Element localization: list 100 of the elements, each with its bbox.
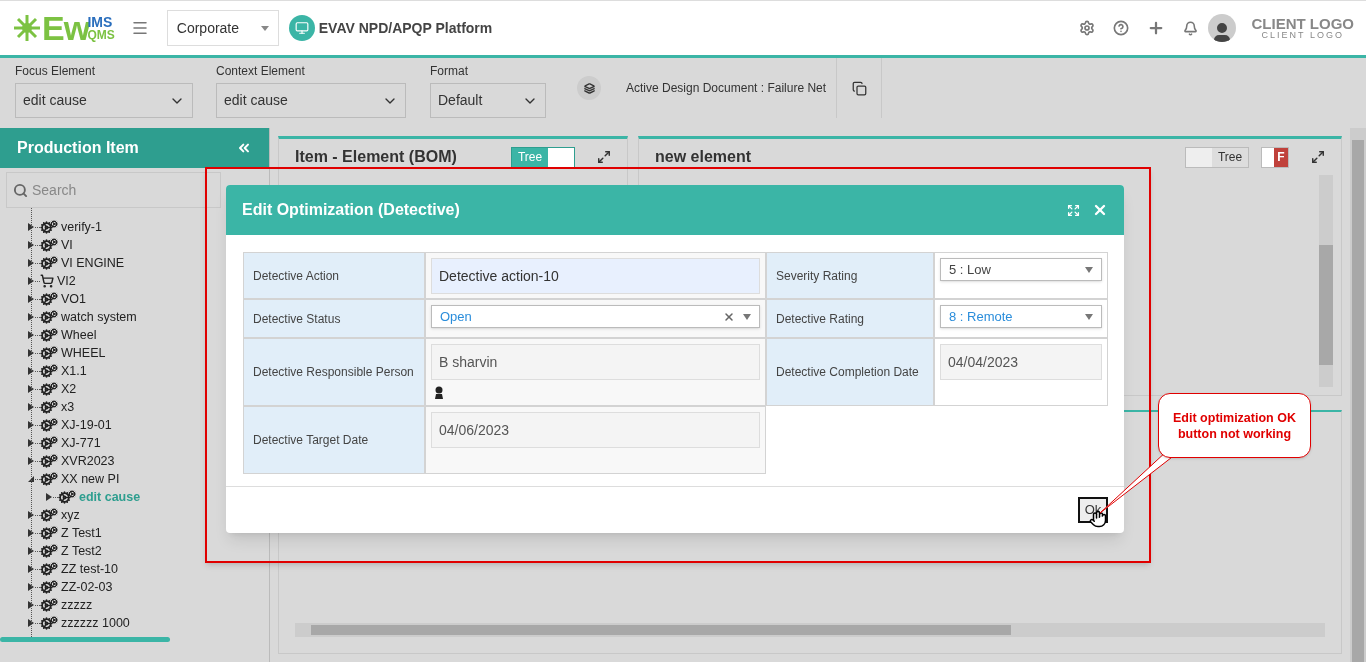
node-label[interactable]: X1.1 xyxy=(61,361,87,381)
vertical-scrollbar[interactable] xyxy=(1350,128,1366,662)
caret-icon[interactable] xyxy=(28,601,35,609)
company-dropdown[interactable]: Corporate xyxy=(166,10,279,46)
caret-icon[interactable] xyxy=(28,331,35,339)
caret-icon[interactable] xyxy=(28,457,35,465)
element-dropdown[interactable]: Default xyxy=(430,83,546,118)
layers-button[interactable] xyxy=(577,76,601,100)
node-label[interactable]: XVR2023 xyxy=(61,451,115,471)
field-label: Context Element xyxy=(216,63,306,80)
node-label[interactable]: X2 xyxy=(61,379,77,399)
settings-icon[interactable] xyxy=(1078,20,1095,36)
clear-icon[interactable] xyxy=(723,310,735,323)
node-label[interactable]: xyz xyxy=(61,505,80,525)
readonly-field: 04/04/2023 xyxy=(940,344,1102,380)
node-label[interactable]: VO1 xyxy=(61,289,86,309)
layers-icon xyxy=(583,82,595,94)
gears-icon xyxy=(40,526,58,540)
client-logo: CLIENT LOGO CLIENT LOGO xyxy=(1251,16,1354,40)
node-label[interactable]: Z Test1 xyxy=(61,523,102,543)
select-field[interactable]: Open xyxy=(431,305,760,328)
caret-icon[interactable] xyxy=(28,583,35,591)
expand-icon[interactable] xyxy=(597,150,611,164)
caret-icon[interactable] xyxy=(28,565,35,573)
gears-icon xyxy=(40,310,58,324)
node-label[interactable]: VI2 xyxy=(57,271,76,291)
dropdown-arrow-icon[interactable] xyxy=(1085,266,1093,273)
menu-icon[interactable] xyxy=(130,19,149,37)
copy-icon[interactable] xyxy=(851,80,867,96)
caret-icon[interactable] xyxy=(28,385,35,393)
search-icon xyxy=(13,182,28,198)
caret-icon[interactable] xyxy=(46,493,53,501)
select-field[interactable]: 8 : Remote xyxy=(940,305,1102,328)
form-label: Detective Responsible Person xyxy=(243,338,425,406)
form-label: Detective Completion Date xyxy=(766,338,934,406)
node-label[interactable]: zzzzzz 1000 xyxy=(61,613,130,633)
field-label: Format xyxy=(430,63,469,80)
caret-icon[interactable] xyxy=(28,223,35,231)
bell-icon[interactable] xyxy=(1182,20,1198,36)
caret-icon[interactable] xyxy=(28,367,35,375)
gears-icon xyxy=(40,418,58,432)
caret-icon[interactable] xyxy=(28,259,35,267)
form-label: Detective Rating xyxy=(766,299,934,338)
node-label[interactable]: watch system xyxy=(61,307,137,327)
node-label[interactable]: zzzzz xyxy=(61,595,93,615)
node-label[interactable]: ZZ-02-03 xyxy=(61,577,113,597)
caret-icon[interactable] xyxy=(28,529,35,537)
node-label[interactable]: ZZ test-10 xyxy=(61,559,118,579)
gears-icon xyxy=(40,454,58,468)
person-icon xyxy=(434,386,444,399)
node-label[interactable]: verify-1 xyxy=(61,217,102,237)
caret-icon[interactable] xyxy=(28,475,35,483)
caret-icon[interactable] xyxy=(28,547,35,555)
readonly-field: B sharvin xyxy=(431,344,760,380)
node-label[interactable]: XJ-19-01 xyxy=(61,415,112,435)
gears-icon xyxy=(40,364,58,378)
node-label[interactable]: WHEEL xyxy=(61,343,106,363)
gears-icon xyxy=(58,490,76,504)
gears-icon xyxy=(40,256,58,270)
node-label[interactable]: x3 xyxy=(61,397,75,417)
node-label[interactable]: Wheel xyxy=(61,325,97,345)
select-field[interactable]: 5 : Low xyxy=(940,258,1102,281)
horizontal-scrollbar[interactable] xyxy=(0,637,170,642)
readonly-field: 04/06/2023 xyxy=(431,412,760,448)
caret-icon[interactable] xyxy=(28,511,35,519)
node-label[interactable]: XX new PI xyxy=(61,469,120,489)
platform-title: EVAV NPD/APQP Platform xyxy=(318,18,493,38)
gears-icon xyxy=(40,220,58,234)
burst-icon xyxy=(12,13,42,43)
gears-icon xyxy=(40,508,58,522)
caret-icon[interactable] xyxy=(28,313,35,321)
node-label[interactable]: VI xyxy=(61,235,73,255)
element-dropdown[interactable]: edit cause xyxy=(216,83,406,118)
node-label[interactable]: XJ-771 xyxy=(61,433,101,453)
text-field[interactable]: Detective action-10 xyxy=(431,258,760,294)
user-avatar[interactable] xyxy=(1207,14,1236,42)
help-icon[interactable] xyxy=(1112,20,1129,36)
gears-icon xyxy=(40,580,58,594)
element-dropdown[interactable]: edit cause xyxy=(15,83,193,118)
node-label[interactable]: VI ENGINE xyxy=(61,253,125,273)
dropdown-arrow-icon[interactable] xyxy=(1085,313,1093,320)
monitor-icon xyxy=(288,15,315,41)
caret-icon[interactable] xyxy=(28,241,35,249)
expand-icon[interactable] xyxy=(1311,150,1325,164)
gears-icon xyxy=(40,562,58,576)
caret-icon[interactable] xyxy=(28,421,35,429)
caret-icon[interactable] xyxy=(28,439,35,447)
filter-toggle[interactable]: F xyxy=(1261,146,1289,168)
node-label[interactable]: Z Test2 xyxy=(61,541,102,561)
caret-icon[interactable] xyxy=(28,277,35,285)
caret-icon[interactable] xyxy=(28,295,35,303)
caret-icon[interactable] xyxy=(28,349,35,357)
gears-icon xyxy=(40,616,58,630)
dropdown-arrow-icon[interactable] xyxy=(743,313,751,320)
caret-icon[interactable] xyxy=(28,403,35,411)
horizontal-scrollbar[interactable] xyxy=(295,623,1325,637)
caret-icon[interactable] xyxy=(28,619,35,627)
view-toggle[interactable]: Tree xyxy=(1185,146,1249,168)
vertical-scrollbar[interactable] xyxy=(1319,175,1333,387)
client-logo-tagline: CLIENT LOGO xyxy=(1261,31,1344,40)
